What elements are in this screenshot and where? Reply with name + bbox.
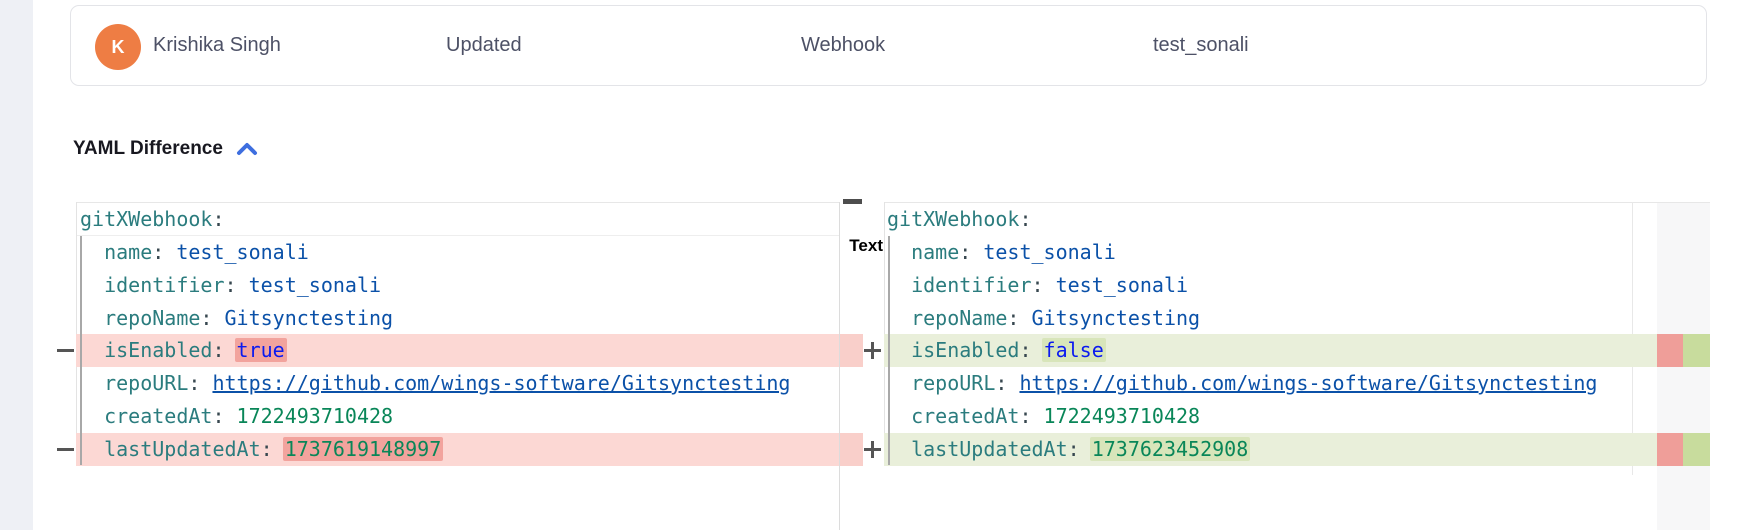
yaml-difference-title: YAML Difference [73,138,223,160]
left-indent-guide [80,236,82,465]
code-token-colon: : [995,371,1007,395]
code-token-colon: : [212,338,224,362]
code-token-colon: : [188,371,200,395]
overview-ruler-removed-mark [1657,433,1683,466]
code-token-colon: : [200,306,212,330]
user-name: Krishika Singh [153,6,281,84]
code-token-str: test_sonali [971,240,1116,264]
audit-event-card[interactable]: K Krishika Singh Updated Webhook test_so… [70,5,1707,86]
code-line[interactable]: identifier: test_sonali [884,269,1657,302]
code-token-key: identifier [887,273,1032,297]
code-line[interactable]: lastUpdatedAt: 1737619148997 [76,433,839,466]
code-token-colon: : [212,207,224,231]
resource-name: test_sonali [1153,6,1249,84]
code-token-num: 1737623452908 [1090,437,1251,461]
overview-ruler-added-mark [1683,334,1710,367]
removed-line-minus-icon[interactable] [57,448,74,451]
overview-ruler-removed-mark [1657,334,1683,367]
code-line[interactable]: isEnabled: true [76,334,839,367]
avatar: K [95,24,141,70]
overview-ruler-added-mark [1683,433,1710,466]
code-line[interactable]: gitXWebhook: [884,203,1657,236]
left-ruler-removed-mark [840,334,863,367]
code-token-plain [1007,371,1019,395]
code-token-key: repoName [80,306,200,330]
added-line-plus-icon[interactable] [871,342,874,359]
code-line[interactable]: lastUpdatedAt: 1737623452908 [884,433,1657,466]
left-ruler-removed-mark [840,433,863,466]
code-token-colon: : [1068,437,1080,461]
diff-sash-handle-icon [843,199,862,204]
code-token-plain [1032,404,1044,428]
code-token-key: createdAt [887,404,1019,428]
code-line[interactable]: gitXWebhook: [76,203,839,236]
code-token-key: name [80,240,152,264]
diff-mode-label: Text [838,236,883,256]
code-token-colon: : [152,240,164,264]
code-token-colon: : [212,404,224,428]
added-line-plus-icon[interactable] [871,441,874,458]
left-rail [0,0,33,530]
code-line[interactable]: repoURL: https://github.com/wings-softwa… [76,367,839,400]
code-line[interactable]: name: test_sonali [76,236,839,269]
code-token-plain [225,404,237,428]
code-token-str: test_sonali [164,240,309,264]
code-token-colon: : [1019,404,1031,428]
code-token-plain [200,371,212,395]
code-line[interactable]: repoURL: https://github.com/wings-softwa… [884,367,1657,400]
audit-yaml-diff-page: K Krishika Singh Updated Webhook test_so… [0,0,1749,530]
code-token-bool: true [235,338,287,362]
code-token-colon: : [261,437,273,461]
code-token-key: repoURL [80,371,188,395]
code-token-str: test_sonali [1044,273,1189,297]
repo-url-link[interactable]: https://github.com/wings-software/Gitsyn… [1019,371,1597,395]
code-line[interactable]: createdAt: 1722493710428 [884,400,1657,433]
yaml-difference-header: YAML Difference [73,131,258,167]
removed-line-minus-icon[interactable] [57,349,74,352]
code-token-num: 1737619148997 [283,437,444,461]
code-token-colon: : [1032,273,1044,297]
code-token-colon: : [1019,338,1031,362]
code-line[interactable]: identifier: test_sonali [76,269,839,302]
code-line[interactable]: isEnabled: false [884,334,1657,367]
resource-type: Webhook [801,6,885,84]
code-line[interactable]: name: test_sonali [884,236,1657,269]
code-token-num: 1722493710428 [1044,404,1201,428]
code-token-key: isEnabled [80,338,212,362]
code-token-colon: : [1007,306,1019,330]
code-line[interactable]: repoName: Gitsynctesting [76,302,839,335]
chevron-up-icon[interactable] [236,142,258,156]
code-token-key: createdAt [80,404,212,428]
code-token-colon: : [959,240,971,264]
code-token-str: Gitsynctesting [212,306,393,330]
repo-url-link[interactable]: https://github.com/wings-software/Gitsyn… [212,371,790,395]
code-token-key: isEnabled [887,338,1019,362]
code-token-str: Gitsynctesting [1019,306,1200,330]
code-token-key: lastUpdatedAt [80,437,261,461]
code-token-key: repoURL [887,371,995,395]
code-line[interactable]: repoName: Gitsynctesting [884,302,1657,335]
code-token-key: lastUpdatedAt [887,437,1068,461]
code-token-key: repoName [887,306,1007,330]
event-action: Updated [446,6,522,84]
code-token-key: identifier [80,273,225,297]
code-token-colon: : [1019,207,1031,231]
code-line[interactable]: createdAt: 1722493710428 [76,400,839,433]
code-token-key: gitXWebhook [80,207,212,231]
code-token-str: test_sonali [237,273,382,297]
right-indent-guide [888,236,890,465]
code-token-num: 1722493710428 [237,404,394,428]
code-token-bool: false [1042,338,1106,362]
code-token-colon: : [225,273,237,297]
code-token-key: name [887,240,959,264]
code-token-key: gitXWebhook [887,207,1019,231]
